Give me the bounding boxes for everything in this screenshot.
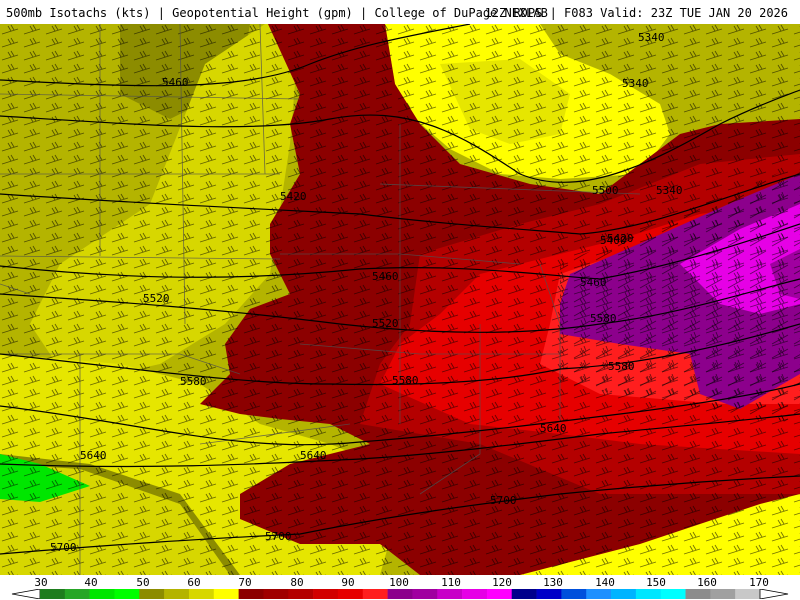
scale-swatch [238, 589, 264, 599]
scale-swatch [486, 589, 513, 599]
model-valid-time: 12Z RDPS | F083 Valid: 23Z TUE JAN 20 20… [484, 6, 788, 20]
scale-swatch [710, 589, 736, 599]
scale-label-90: 90 [341, 576, 355, 589]
scale-swatch [635, 589, 661, 599]
isotach-map: 5340 5340 5420 5420 5460 5460 5460 5500 5520 5520… [0, 24, 800, 575]
scale-swatch [337, 589, 364, 599]
contour-label: 5640 [80, 449, 107, 462]
contour-label: 5580 [590, 312, 617, 325]
scale-swatch [611, 589, 637, 599]
scale-swatch [511, 589, 537, 599]
contour-label: 5580 [392, 374, 419, 387]
contour-label: 5700 [490, 494, 517, 507]
scale-label-30: 30 [34, 576, 48, 589]
contour-label: 5460 [372, 270, 399, 283]
scale-swatch [288, 589, 314, 599]
scale-label-100: 100 [389, 576, 409, 589]
scale-label-110: 110 [441, 576, 461, 589]
contour-label: 5640 [540, 422, 567, 435]
scale-swatch [561, 589, 587, 599]
scale-right-arrow [759, 589, 789, 599]
scale-label-150: 150 [646, 576, 666, 589]
scale-label-120: 120 [492, 576, 512, 589]
scale-swatch [313, 589, 339, 599]
map-header: 500mb Isotachs (kts) | Geopotential Heig… [0, 0, 800, 24]
scale-swatch [437, 589, 463, 599]
scale-label-50: 50 [136, 576, 150, 589]
scale-swatch [89, 589, 115, 599]
contour-label: 5340 [656, 184, 683, 197]
scale-labels: 30 40 50 60 70 80 90 100 110 120 130 140… [0, 576, 800, 589]
scale-label-60: 60 [187, 576, 201, 589]
contour-label: 5640 [300, 449, 327, 462]
contour-label: 5340 [622, 77, 649, 90]
scale-swatch [164, 589, 190, 599]
contour-label: 5400 [600, 234, 627, 247]
scale-swatch [536, 589, 562, 599]
contour-label: 5460 [580, 276, 607, 289]
contour-label: 5520 [372, 317, 399, 330]
contour-label: 5580 [180, 375, 207, 388]
scale-label-70: 70 [238, 576, 252, 589]
contour-label: 5420 [280, 190, 307, 203]
contour-label: 5340 [638, 31, 665, 44]
scale-swatch [362, 589, 388, 599]
scale-swatch [660, 589, 686, 599]
scale-swatch [412, 589, 438, 599]
contour-label: 5500 [592, 184, 619, 197]
contour-label: 5700 [50, 541, 77, 554]
contour-label: 5580 [608, 360, 635, 373]
scale-swatch [735, 589, 761, 599]
scale-swatch [586, 589, 612, 599]
scale-swatch [40, 589, 66, 599]
scale-swatch [188, 589, 215, 599]
scale-label-40: 40 [84, 576, 98, 589]
contour-label: 5460 [162, 76, 189, 89]
scale-swatch [387, 589, 413, 599]
scale-label-80: 80 [290, 576, 304, 589]
scale-swatch [114, 589, 140, 599]
scale-swatch [213, 589, 239, 599]
scale-swatch [685, 589, 711, 599]
map-title: 500mb Isotachs (kts) | Geopotential Heig… [6, 6, 548, 20]
scale-label-170: 170 [749, 576, 769, 589]
scale-bar [11, 589, 789, 599]
scale-label-140: 140 [595, 576, 615, 589]
isotach-color-scale: 30 40 50 60 70 80 90 100 110 120 130 140… [0, 575, 800, 600]
scale-left-arrow [11, 589, 41, 599]
contour-label: 5520 [143, 292, 170, 305]
scale-swatch [462, 589, 488, 599]
scale-swatch [263, 589, 289, 599]
scale-swatch [64, 589, 90, 599]
scale-label-130: 130 [543, 576, 563, 589]
scale-label-160: 160 [697, 576, 717, 589]
scale-swatch [139, 589, 165, 599]
contour-label: 5700 [265, 530, 292, 543]
